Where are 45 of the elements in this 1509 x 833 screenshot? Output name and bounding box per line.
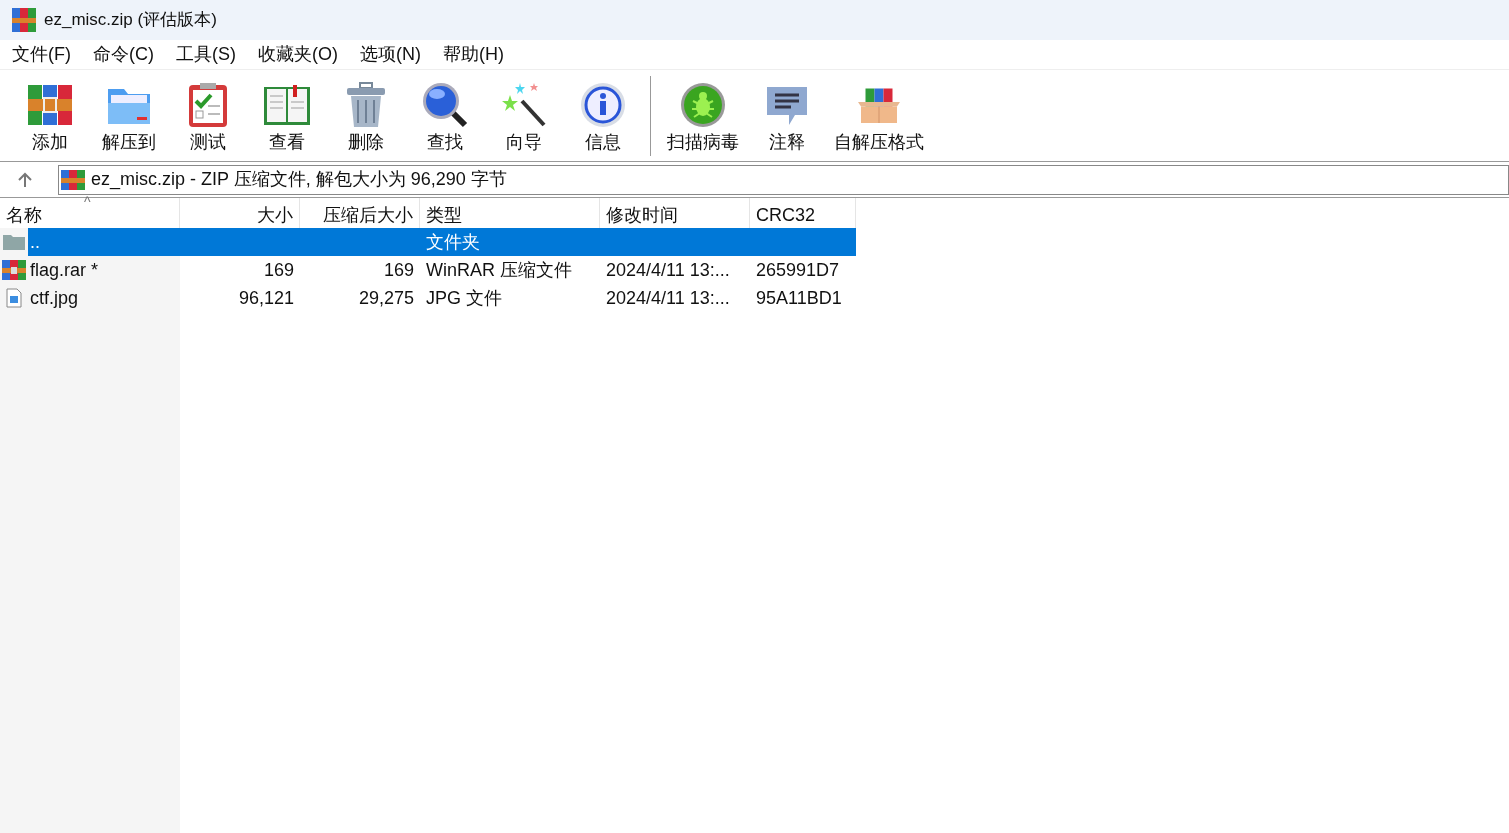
menu-item[interactable]: 选项(N) xyxy=(360,41,421,68)
file-row[interactable]: flag.rar * 169 169 WinRAR 压缩文件 2024/4/11 13:... 265991D7 xyxy=(0,256,856,284)
menu-item[interactable]: 文件(F) xyxy=(12,41,71,68)
toolbar-button[interactable]: 向导 xyxy=(484,73,563,158)
toolbar-button[interactable]: 测试 xyxy=(168,73,247,158)
image-file-icon xyxy=(6,288,22,308)
table-cell: WinRAR 压缩文件 xyxy=(426,259,572,280)
menu-item[interactable]: 命令(C) xyxy=(93,41,154,68)
magnifier-icon xyxy=(420,80,469,129)
up-arrow-icon xyxy=(16,170,34,189)
toolbar-button[interactable]: 查看 xyxy=(247,73,326,158)
table-cell: JPG 文件 xyxy=(426,287,502,308)
toolbar-button[interactable]: 自解压格式 xyxy=(826,73,932,158)
toolbar-button[interactable]: 注释 xyxy=(747,73,826,158)
table-cell: 29,275 xyxy=(358,287,414,308)
toolbar-button[interactable]: 删除 xyxy=(326,73,405,158)
toolbar-button[interactable]: 解压到 xyxy=(89,73,168,158)
menu-item[interactable]: 帮助(H) xyxy=(443,41,504,68)
archive-icon xyxy=(61,169,85,190)
toolbar-button[interactable]: 添加 xyxy=(10,73,89,158)
table-cell: .. xyxy=(30,231,40,252)
menu-item[interactable]: 收藏夹(O) xyxy=(258,41,338,68)
address-field[interactable]: ez_misc.zip - ZIP 压缩文件, 解包大小为 96,290 字节 xyxy=(58,164,1509,195)
file-row[interactable]: ctf.jpg 96,121 29,275 JPG 文件 2024/4/11 13:... 95A11BD1 xyxy=(0,284,856,312)
table-cell: 2024/4/11 13:... xyxy=(606,287,730,308)
info-icon xyxy=(578,80,627,129)
table-cell: 95A11BD1 xyxy=(756,287,842,308)
table-cell: 文件夹 xyxy=(426,231,480,252)
toolbar-button[interactable]: 扫描病毒 xyxy=(659,73,747,158)
menu-item[interactable]: 工具(S) xyxy=(176,41,236,68)
address-text: ez_misc.zip - ZIP 压缩文件, 解包大小为 96,290 字节 xyxy=(91,168,507,192)
table-cell: 265991D7 xyxy=(756,259,840,280)
app-logo-icon xyxy=(12,8,36,32)
archive-icon xyxy=(2,260,26,280)
table-cell: ctf.jpg xyxy=(30,287,79,308)
window-title: ez_misc.zip (评估版本) xyxy=(44,9,217,32)
table-cell: 169 xyxy=(383,259,414,280)
table-cell: flag.rar * xyxy=(30,259,99,280)
folder-icon xyxy=(3,234,25,250)
table-cell: 169 xyxy=(263,259,294,280)
table-cell: 2024/4/11 13:... xyxy=(606,259,730,280)
bug-icon xyxy=(679,80,727,129)
toolbar-button[interactable]: 查找 xyxy=(405,73,484,158)
table-cell: 96,121 xyxy=(238,287,294,308)
toolbar-button[interactable]: 信息 xyxy=(563,73,642,158)
